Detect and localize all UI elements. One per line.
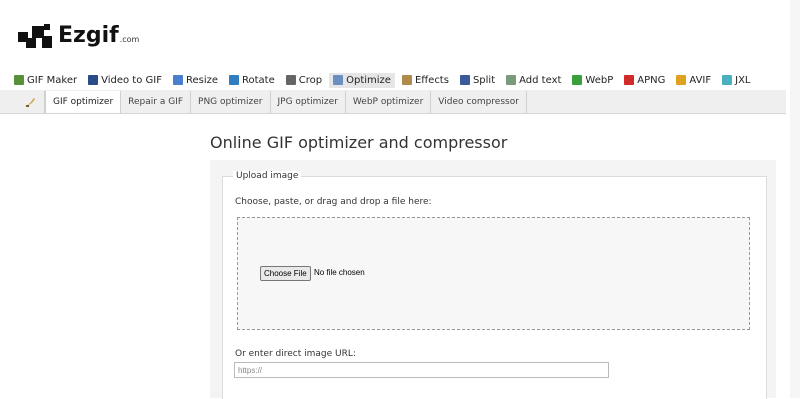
webp-icon <box>572 75 583 85</box>
split-icon <box>459 75 470 85</box>
nav-gif-maker[interactable]: GIF Maker <box>14 75 77 86</box>
logo-text: Ezgif.com <box>58 23 140 48</box>
nav-label: Add text <box>519 74 562 86</box>
choose-file-button[interactable]: Choose File <box>260 266 311 281</box>
no-file-text: No file chosen <box>314 268 365 277</box>
tab-jpg-optimizer[interactable]: JPG optimizer <box>271 91 346 113</box>
choose-file-label: Choose, paste, or drag and drop a file h… <box>235 197 432 207</box>
nav-effects[interactable]: Effects <box>401 74 449 86</box>
nav-avif[interactable]: AVIF <box>676 75 711 86</box>
tab-video-compressor[interactable]: Video compressor <box>431 91 527 113</box>
tab-gif-optimizer[interactable]: GIF optimizer <box>45 91 122 113</box>
scrollbar[interactable] <box>790 0 800 398</box>
upload-legend: Upload image <box>233 171 302 181</box>
home-brush-icon[interactable] <box>18 91 45 113</box>
effects-icon <box>401 75 412 85</box>
jxl-icon <box>722 75 733 85</box>
nav-split[interactable]: Split <box>459 74 496 86</box>
main-nav: GIF Maker Video to GIF Resize Rotate Crop Opt… <box>14 72 762 88</box>
nav-label: Effects <box>414 74 449 86</box>
nav-label: JXL <box>735 74 751 86</box>
url-label: Or enter direct image URL: <box>235 349 356 359</box>
nav-label: AVIF <box>689 74 712 86</box>
nav-add-text[interactable]: Add text <box>506 75 561 86</box>
nav-optimize[interactable]: Optimize <box>329 72 395 88</box>
nav-rotate[interactable]: Rotate <box>229 75 275 86</box>
crop-icon <box>285 75 296 85</box>
nav-label: Crop <box>298 74 323 86</box>
nav-resize[interactable]: Resize <box>172 74 219 86</box>
nav-label: Split <box>472 74 496 86</box>
avif-icon <box>676 75 687 85</box>
gif-maker-icon <box>14 75 24 85</box>
nav-label: GIF Maker <box>27 74 78 86</box>
sub-nav: GIF optimizer Repair a GIF PNG optimizer JP… <box>18 91 527 113</box>
video-icon <box>88 75 99 85</box>
nav-label: Optimize <box>346 74 391 86</box>
add-text-icon <box>506 75 517 85</box>
nav-label: APNG <box>637 74 666 86</box>
nav-crop[interactable]: Crop <box>285 74 323 86</box>
rotate-icon <box>229 75 240 85</box>
nav-label: Resize <box>185 74 219 86</box>
tab-png-optimizer[interactable]: PNG optimizer <box>191 91 271 113</box>
page-title: Online GIF optimizer and compressor <box>210 133 508 152</box>
tab-repair-a-gif[interactable]: Repair a GIF <box>121 91 192 113</box>
nav-label: Video to GIF <box>101 74 162 86</box>
resize-icon <box>172 75 183 85</box>
tab-webp-optimizer[interactable]: WebP optimizer <box>346 91 432 113</box>
apng-icon <box>624 75 635 85</box>
nav-apng[interactable]: APNG <box>624 75 665 86</box>
optimize-icon <box>333 75 344 85</box>
nav-webp[interactable]: WebP <box>572 75 613 86</box>
nav-label: WebP <box>585 74 614 86</box>
logo-icon <box>18 22 54 52</box>
site-logo[interactable]: Ezgif.com <box>18 18 139 52</box>
nav-jxl[interactable]: JXL <box>722 74 751 86</box>
url-input[interactable]: https:// <box>234 362 609 378</box>
nav-label: Rotate <box>242 74 275 86</box>
nav-video-to-gif[interactable]: Video to GIF <box>88 75 162 86</box>
